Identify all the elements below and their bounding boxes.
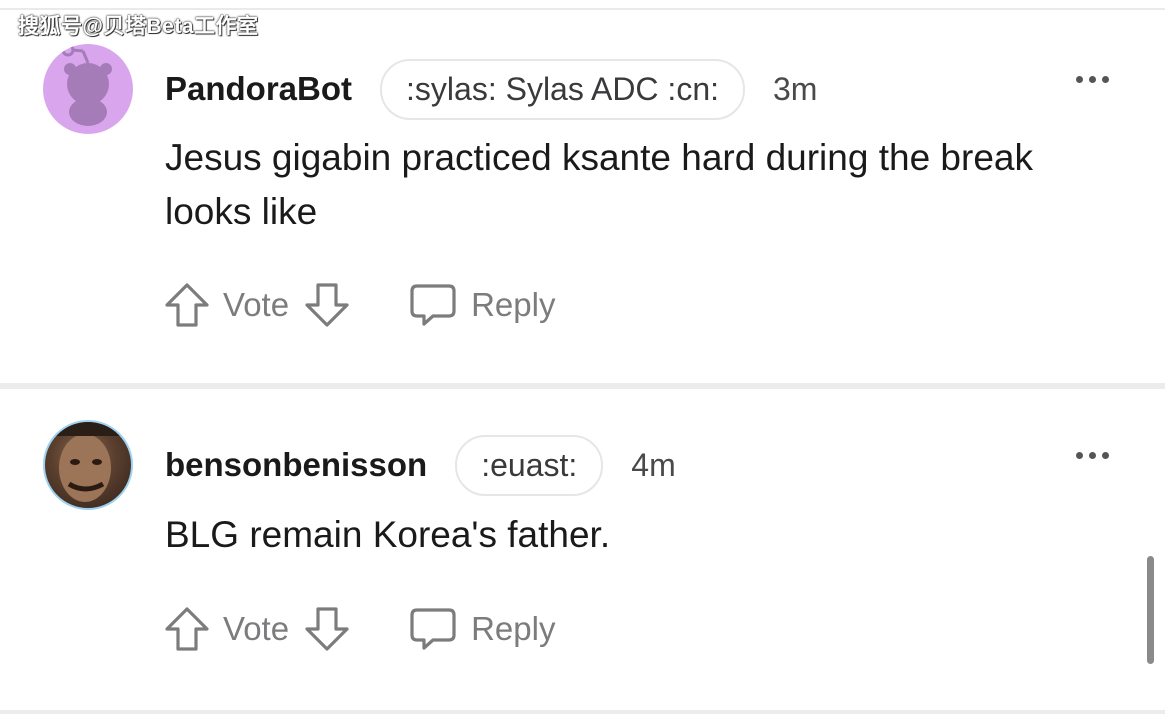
more-options-icon[interactable] (1076, 452, 1109, 459)
reply-bubble-icon (409, 282, 457, 328)
comment-actions: Vote Reply (163, 280, 555, 330)
reply-label: Reply (471, 610, 556, 647)
user-photo-avatar (45, 422, 131, 502)
downvote-icon[interactable] (303, 605, 351, 653)
more-options-icon[interactable] (1076, 76, 1109, 83)
downvote-icon[interactable] (303, 281, 351, 329)
reply-button[interactable]: Reply (409, 606, 555, 652)
avatar[interactable] (43, 420, 133, 510)
timestamp: 3m (773, 70, 818, 107)
watermark: 搜狐号@贝塔Beta工作室 (18, 15, 259, 38)
vote-label: Vote (223, 286, 290, 323)
user-flair: :euast: (455, 434, 604, 496)
reply-bubble-icon (409, 606, 457, 652)
scrollbar[interactable] (1147, 556, 1154, 664)
bottom-divider (0, 710, 1165, 714)
upvote-icon[interactable] (163, 605, 211, 653)
comment-body: BLG remain Korea's father. (165, 514, 611, 555)
snoo-avatar-icon (61, 44, 112, 126)
upvote-icon[interactable] (163, 281, 211, 329)
username[interactable]: bensonbenisson (165, 446, 427, 484)
timestamp: 4m (631, 446, 676, 483)
comment-header: bensonbenisson :euast: 4m (165, 434, 676, 496)
username[interactable]: PandoraBot (165, 70, 352, 108)
reply-button[interactable]: Reply (409, 282, 555, 328)
comment-header: PandoraBot :sylas: Sylas ADC :cn: 3m (165, 58, 818, 120)
avatar[interactable] (43, 44, 133, 134)
vote-label: Vote (223, 610, 290, 647)
comment-actions: Vote Reply (163, 604, 555, 654)
user-flair: :sylas: Sylas ADC :cn: (380, 58, 745, 120)
reply-label: Reply (471, 286, 556, 323)
comment-body: Jesus gigabin practiced ksante hard duri… (165, 137, 1033, 232)
comment-divider (0, 383, 1165, 389)
